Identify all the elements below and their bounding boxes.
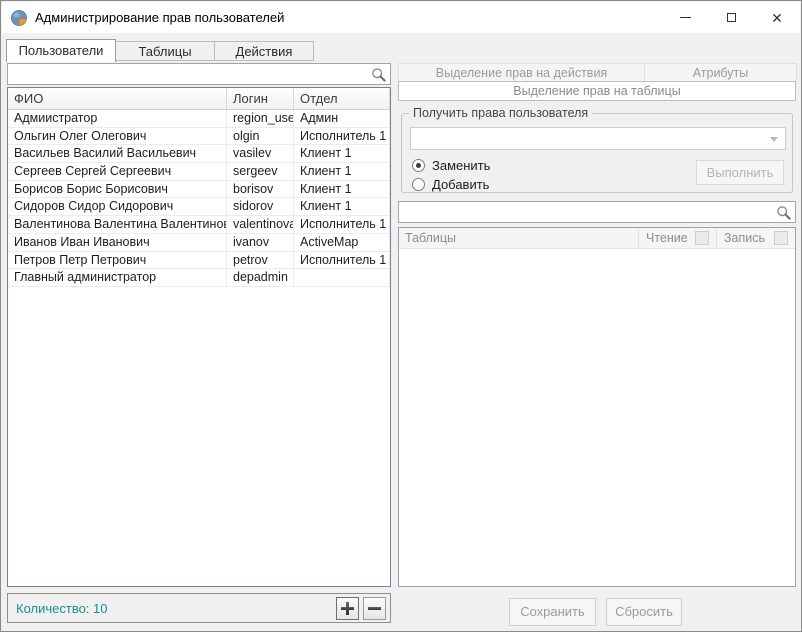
window-title: Администрирование прав пользователей	[35, 10, 284, 25]
radio-add-circle	[412, 178, 425, 191]
column-header-dept[interactable]: Отдел	[294, 88, 390, 109]
table-row[interactable]: Сидоров Сидор СидоровичsidorovКлиент 1	[8, 198, 390, 216]
right-tab-strip: Выделение прав на действия Атрибуты	[398, 63, 797, 82]
tables-search-box	[398, 201, 796, 223]
radio-replace[interactable]: Заменить	[412, 158, 490, 173]
app-window: Администрирование прав пользователей ✕ П…	[0, 0, 802, 632]
search-icon	[371, 67, 386, 82]
close-button[interactable]: ✕	[754, 2, 800, 33]
table-cell: Ольгин Олег Олегович	[8, 128, 227, 146]
table-cell: Сергеев Сергей Сергеевич	[8, 163, 227, 181]
table-cell: valentinova	[227, 216, 294, 234]
table-cell	[294, 269, 390, 287]
table-cell: Валентинова Валентина Валентиновна	[8, 216, 227, 234]
table-cell: depadmin	[227, 269, 294, 287]
get-user-rights-groupbox: Получить права пользователя Заменить Доб…	[401, 113, 793, 193]
chevron-down-icon	[770, 137, 778, 142]
tab-actions[interactable]: Действия	[214, 41, 314, 61]
table-cell: olgin	[227, 128, 294, 146]
table-cell: Админ	[294, 110, 390, 128]
main-tab-strip: Пользователи Таблицы Действия	[6, 39, 314, 62]
table-row[interactable]: Ольгин Олег ОлеговичolginИсполнитель 1	[8, 128, 390, 146]
table-cell: Исполнитель 1	[294, 216, 390, 234]
search-icon	[776, 205, 791, 220]
tab-users[interactable]: Пользователи	[6, 39, 116, 62]
table-row[interactable]: Иванов Иван ИвановичivanovActiveMap	[8, 234, 390, 252]
table-cell: region_user	[227, 110, 294, 128]
table-cell: Борисов Борис Борисович	[8, 181, 227, 199]
table-row[interactable]: Адмиистраторregion_userАдмин	[8, 110, 390, 128]
column-header-tables[interactable]: Таблицы	[399, 228, 639, 248]
table-cell: ActiveMap	[294, 234, 390, 252]
table-cell: vasilev	[227, 145, 294, 163]
column-header-write: Запись	[717, 228, 795, 248]
table-cell: Васильев Василий Васильевич	[8, 145, 227, 163]
table-cell: ivanov	[227, 234, 294, 252]
status-bar: Количество: 10	[7, 593, 391, 623]
users-table-body: Адмиистраторregion_userАдминОльгин Олег …	[8, 110, 390, 287]
tables-table-header: Таблицы Чтение Запись	[399, 228, 795, 249]
table-cell: Исполнитель 1	[294, 252, 390, 270]
table-cell: Главный администратор	[8, 269, 227, 287]
table-cell: Петров Петр Петрович	[8, 252, 227, 270]
users-search-box	[7, 63, 391, 85]
users-table: ФИО Логин Отдел Адмиистраторregion_userА…	[7, 87, 391, 587]
execute-button[interactable]: Выполнить	[696, 160, 784, 185]
users-search-input[interactable]	[12, 65, 366, 83]
maximize-button[interactable]	[708, 2, 754, 33]
table-row[interactable]: Петров Петр ПетровичpetrovИсполнитель 1	[8, 252, 390, 270]
table-row[interactable]: Валентинова Валентина Валентиновнаvalent…	[8, 216, 390, 234]
add-user-button[interactable]	[336, 597, 359, 620]
user-rights-combobox[interactable]	[410, 127, 786, 150]
write-label: Запись	[724, 231, 765, 245]
table-row[interactable]: Борисов Борис БорисовичborisovКлиент 1	[8, 181, 390, 199]
table-row[interactable]: Васильев Василий ВасильевичvasilevКлиент…	[8, 145, 390, 163]
tables-table: Таблицы Чтение Запись	[398, 227, 796, 587]
remove-user-button[interactable]	[363, 597, 386, 620]
minimize-icon	[680, 17, 691, 18]
minimize-button[interactable]	[662, 2, 708, 33]
window-controls: ✕	[662, 2, 800, 33]
table-cell: borisov	[227, 181, 294, 199]
reset-button[interactable]: Сбросить	[606, 598, 682, 626]
table-cell: Иванов Иван Иванович	[8, 234, 227, 252]
maximize-icon	[727, 13, 736, 22]
app-globe-icon	[10, 9, 28, 27]
save-button[interactable]: Сохранить	[509, 598, 596, 626]
radio-add-label: Добавить	[432, 177, 489, 192]
table-cell: Клиент 1	[294, 181, 390, 199]
table-cell: sergeev	[227, 163, 294, 181]
users-table-header: ФИО Логин Отдел	[8, 88, 390, 110]
table-cell: Клиент 1	[294, 163, 390, 181]
write-all-checkbox[interactable]	[774, 231, 788, 245]
count-label: Количество: 10	[16, 601, 108, 616]
radio-replace-label: Заменить	[432, 158, 490, 173]
tab-action-rights[interactable]: Выделение прав на действия	[398, 63, 645, 82]
table-cell: Клиент 1	[294, 198, 390, 216]
column-header-login[interactable]: Логин	[227, 88, 294, 109]
radio-add[interactable]: Добавить	[412, 177, 489, 192]
title-bar: Администрирование прав пользователей ✕	[2, 2, 800, 33]
table-cell: petrov	[227, 252, 294, 270]
column-header-fio[interactable]: ФИО	[8, 88, 227, 109]
column-header-read: Чтение	[639, 228, 717, 248]
tab-tables[interactable]: Таблицы	[115, 41, 215, 61]
table-row[interactable]: Сергеев Сергей СергеевичsergeevКлиент 1	[8, 163, 390, 181]
table-cell: Клиент 1	[294, 145, 390, 163]
tab-attributes[interactable]: Атрибуты	[644, 63, 797, 82]
minus-icon	[364, 598, 385, 619]
read-all-checkbox[interactable]	[695, 231, 709, 245]
plus-icon	[337, 598, 358, 619]
tables-search-input[interactable]	[403, 203, 771, 221]
close-icon: ✕	[771, 11, 783, 25]
read-label: Чтение	[646, 231, 688, 245]
groupbox-title: Получить права пользователя	[409, 106, 592, 120]
table-cell: Сидоров Сидор Сидорович	[8, 198, 227, 216]
table-row[interactable]: Главный администраторdepadmin	[8, 269, 390, 287]
table-cell: Исполнитель 1	[294, 128, 390, 146]
tab-table-rights-active[interactable]: Выделение прав на таблицы	[398, 81, 796, 101]
table-cell: Адмиистратор	[8, 110, 227, 128]
radio-replace-circle	[412, 159, 425, 172]
table-cell: sidorov	[227, 198, 294, 216]
